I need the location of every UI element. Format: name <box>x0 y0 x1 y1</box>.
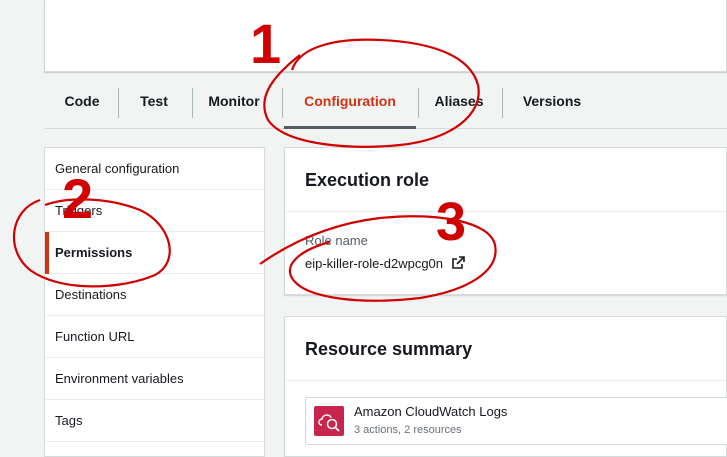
role-name-value[interactable]: eip-killer-role-d2wpcg0n <box>305 256 443 271</box>
tab-divider <box>192 88 193 118</box>
card-divider <box>285 211 726 212</box>
resource-detail: 3 actions, 2 resources <box>354 424 462 436</box>
tab-monitor[interactable]: Monitor <box>202 80 266 126</box>
role-name-link[interactable]: eip-killer-role-d2wpcg0n <box>305 256 465 273</box>
role-name-label: Role name <box>305 233 368 248</box>
nav-item-function-url[interactable]: Function URL <box>45 316 264 358</box>
function-overview-panel <box>44 0 727 72</box>
tab-divider <box>418 88 419 118</box>
nav-item-tags[interactable]: Tags <box>45 400 264 442</box>
resource-summary-title: Resource summary <box>305 339 473 359</box>
active-tab-indicator <box>284 126 416 129</box>
tab-test[interactable]: Test <box>128 80 180 126</box>
execution-role-title: Execution role <box>305 170 430 190</box>
tab-bar: Code Test Monitor Configuration Aliases … <box>44 80 727 130</box>
tab-divider <box>282 88 283 118</box>
tab-divider <box>502 88 503 118</box>
tab-aliases[interactable]: Aliases <box>428 80 490 126</box>
cloudwatch-logs-icon <box>314 406 344 436</box>
external-link-icon <box>451 256 465 273</box>
resource-item-cloudwatch-logs[interactable]: Amazon CloudWatch Logs 3 actions, 2 reso… <box>305 397 727 445</box>
configuration-side-nav: General configuration Triggers Permissio… <box>44 147 265 457</box>
tab-versions[interactable]: Versions <box>514 80 590 126</box>
tab-divider <box>118 88 119 118</box>
tab-configuration[interactable]: Configuration <box>286 80 414 126</box>
nav-item-general-configuration[interactable]: General configuration <box>45 148 264 190</box>
resource-name[interactable]: Amazon CloudWatch Logs <box>354 404 507 419</box>
resource-summary-card: Resource summary Amazon CloudWatch Logs … <box>284 316 727 457</box>
nav-item-triggers[interactable]: Triggers <box>45 190 264 232</box>
nav-item-destinations[interactable]: Destinations <box>45 274 264 316</box>
execution-role-card: Execution role Role name eip-killer-role… <box>284 147 727 295</box>
nav-item-permissions[interactable]: Permissions <box>45 232 264 274</box>
card-divider <box>285 380 726 381</box>
tab-code[interactable]: Code <box>52 80 112 126</box>
nav-item-environment-variables[interactable]: Environment variables <box>45 358 264 400</box>
